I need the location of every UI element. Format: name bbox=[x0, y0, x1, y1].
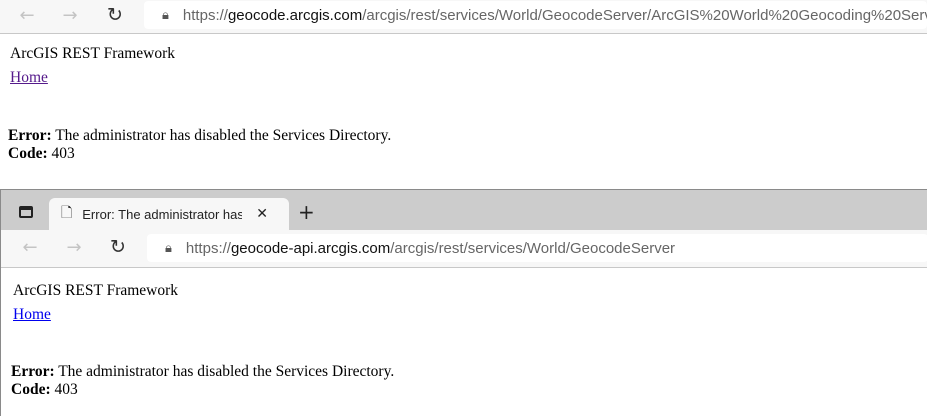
url-path: /arcgis/rest/services/World/GeocodeServe… bbox=[362, 6, 927, 24]
tab-title: Error: The administrator has disal bbox=[82, 206, 243, 222]
page-icon: 🗋 bbox=[61, 205, 73, 221]
forward-button[interactable]: → bbox=[60, 5, 80, 26]
new-tab-button[interactable]: + bbox=[298, 200, 315, 224]
code-value: 403 bbox=[50, 381, 78, 398]
error-block: Error: The administrator has disabled th… bbox=[11, 363, 394, 399]
url-host: geocode-api.arcgis.com bbox=[230, 239, 391, 257]
back-button[interactable]: ← bbox=[20, 237, 40, 258]
browser-toolbar: ← → ↻ 🔒︎ https://geocode.arcgis.com/arcg… bbox=[0, 0, 927, 34]
browser-window-2: 🗋 Error: The administrator has disal ✕ +… bbox=[0, 189, 927, 416]
lock-icon: 🔒︎ bbox=[165, 240, 172, 256]
tab-actions-icon[interactable] bbox=[19, 206, 33, 218]
code-label: Code: bbox=[8, 145, 48, 162]
reload-button[interactable]: ↻ bbox=[108, 236, 128, 258]
tab-strip: 🗋 Error: The administrator has disal ✕ + bbox=[1, 190, 927, 230]
address-bar[interactable]: 🔒︎ https://geocode-api.arcgis.com/arcgis… bbox=[147, 234, 927, 262]
url-host: geocode.arcgis.com bbox=[227, 6, 363, 24]
home-link[interactable]: Home bbox=[13, 306, 178, 324]
error-message: The administrator has disabled the Servi… bbox=[51, 127, 392, 144]
error-message: The administrator has disabled the Servi… bbox=[54, 363, 395, 380]
lock-icon: 🔒︎ bbox=[162, 7, 169, 23]
url-prefix: https:// bbox=[182, 6, 228, 24]
page-title: ArcGIS REST Framework bbox=[10, 45, 176, 62]
error-label: Error: bbox=[11, 363, 55, 380]
forward-button[interactable]: → bbox=[64, 237, 84, 258]
address-bar[interactable]: 🔒︎ https://geocode.arcgis.com/arcgis/res… bbox=[144, 1, 927, 29]
error-block: Error: The administrator has disabled th… bbox=[8, 127, 391, 163]
close-tab-icon[interactable]: ✕ bbox=[256, 206, 268, 222]
url-path: /arcgis/rest/services/World/GeocodeServe… bbox=[390, 239, 676, 257]
page-title: ArcGIS REST Framework bbox=[13, 282, 179, 299]
tab-error[interactable]: 🗋 Error: The administrator has disal ✕ bbox=[49, 198, 289, 230]
reload-button[interactable]: ↻ bbox=[105, 4, 125, 26]
url-prefix: https:// bbox=[185, 239, 231, 257]
page-content: ArcGIS REST Framework Home bbox=[10, 45, 175, 87]
home-link[interactable]: Home bbox=[10, 69, 175, 87]
error-label: Error: bbox=[8, 127, 52, 144]
page-content: ArcGIS REST Framework Home bbox=[13, 282, 178, 324]
back-button[interactable]: ← bbox=[17, 5, 37, 26]
browser-toolbar: ← → ↻ 🔒︎ https://geocode-api.arcgis.com /… bbox=[1, 230, 927, 268]
code-label: Code: bbox=[11, 381, 51, 398]
code-value: 403 bbox=[47, 145, 75, 162]
